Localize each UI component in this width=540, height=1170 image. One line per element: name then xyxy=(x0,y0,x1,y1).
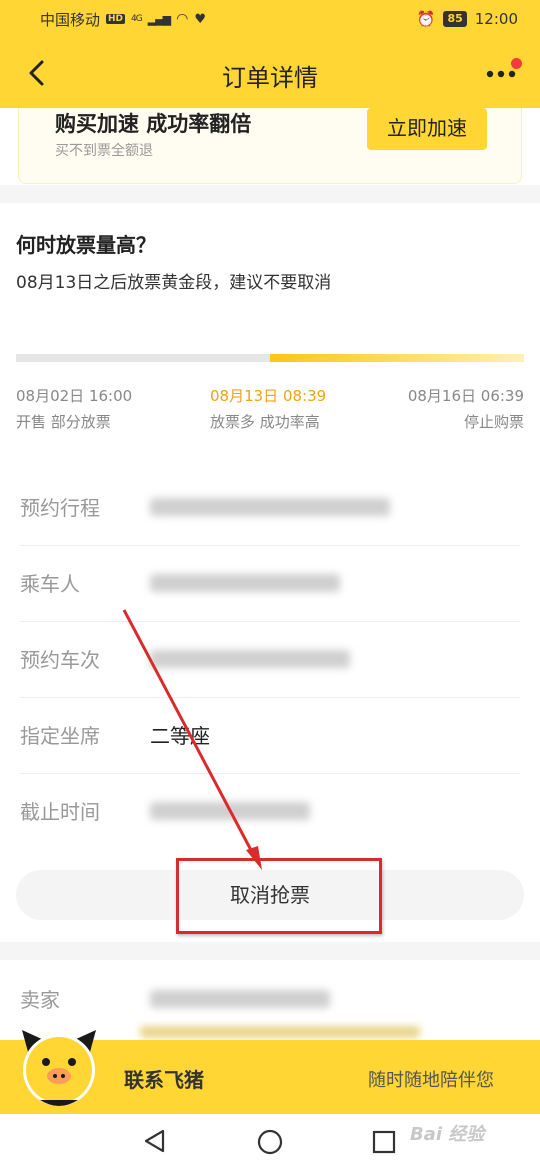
redacted-value xyxy=(150,802,310,820)
network-label: 4G xyxy=(131,14,143,24)
seller-label: 卖家 xyxy=(20,988,60,1012)
status-bar: 中国移动 HD 4G ▂▄▆ ◠ ♥ ⏰ 85 12:00 xyxy=(0,0,540,38)
detail-row-train: 预约车次 xyxy=(0,622,540,698)
detail-row-passenger: 乘车人 xyxy=(0,546,540,622)
carrier-label: 中国移动 xyxy=(40,10,101,29)
release-timeline-bar xyxy=(16,354,524,362)
timeline-date-end: 08月16日 06:39 xyxy=(407,387,524,405)
timeline-date-start: 08月02日 16:00 xyxy=(16,387,133,405)
timeline-golden-segment xyxy=(270,354,524,362)
timeline-date-golden: 08月13日 08:39 xyxy=(210,387,327,405)
timeline-past-segment xyxy=(16,354,270,362)
detail-label: 指定坐席 xyxy=(20,724,100,748)
nav-bar: 订单详情 xyxy=(0,38,540,108)
release-title: 何时放票量高？ xyxy=(16,233,156,257)
watermark: Bai 经验 xyxy=(410,1124,485,1145)
detail-label: 截止时间 xyxy=(20,800,100,824)
contact-label: 联系飞猪 xyxy=(124,1068,204,1092)
detail-label: 预约行程 xyxy=(20,496,100,520)
detail-row-deadline: 截止时间 xyxy=(0,774,540,850)
redacted-value xyxy=(150,990,330,1008)
notification-dot xyxy=(511,58,522,69)
system-home-icon[interactable] xyxy=(256,1128,284,1156)
timeline-desc-end: 停止购票 xyxy=(463,413,524,431)
detail-label: 乘车人 xyxy=(20,572,80,596)
system-recent-apps-icon[interactable] xyxy=(372,1130,396,1154)
annotation-highlight-box xyxy=(176,858,382,934)
redacted-value xyxy=(150,498,390,516)
page-title: 订单详情 xyxy=(222,64,318,92)
battery-indicator: 85 xyxy=(443,11,467,27)
release-description: 08月13日之后放票黄金段，建议不要取消 xyxy=(16,273,332,293)
redacted-value xyxy=(150,650,350,668)
speed-up-title: 购买加速 成功率翻倍 xyxy=(55,112,252,136)
speed-up-card: 购买加速 成功率翻倍 买不到票全额退 立即加速 xyxy=(18,108,522,184)
section-divider xyxy=(0,185,540,203)
contact-subtitle: 随时随地陪伴您 xyxy=(368,1070,494,1091)
section-divider xyxy=(0,942,540,960)
redacted-value xyxy=(150,574,340,592)
seat-value: 二等座 xyxy=(150,724,210,748)
signal-icon: ▂▄▆ xyxy=(147,12,171,26)
heart-icon: ♥ xyxy=(194,11,206,27)
wifi-icon: ◠ xyxy=(176,11,189,27)
speed-up-subtitle: 买不到票全额退 xyxy=(55,143,153,159)
hd-badge: HD xyxy=(106,14,126,24)
detail-label: 预约车次 xyxy=(20,648,100,672)
detail-row-trip: 预约行程 xyxy=(0,470,540,546)
timeline-desc-golden: 放票多 成功率高 xyxy=(210,413,320,431)
pig-mascot-icon[interactable] xyxy=(18,1022,100,1108)
speed-up-button[interactable]: 立即加速 xyxy=(367,108,487,150)
timeline-desc-start: 开售 部分放票 xyxy=(16,413,111,431)
detail-row-seat: 指定坐席 二等座 xyxy=(0,698,540,774)
status-time: 12:00 xyxy=(474,10,518,28)
redacted-value xyxy=(140,1026,420,1038)
alarm-icon: ⏰ xyxy=(416,10,436,28)
system-back-icon[interactable] xyxy=(142,1128,168,1154)
